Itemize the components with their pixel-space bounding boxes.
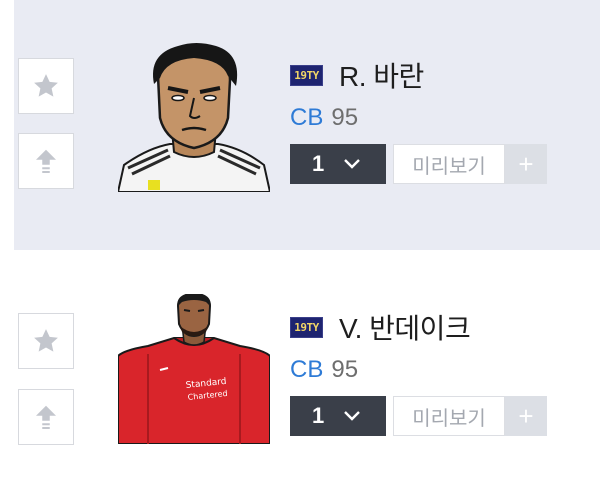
preview-button[interactable]: 미리보기: [393, 396, 505, 436]
upgrade-arrow-icon: [36, 405, 56, 429]
card-controls: 1 미리보기 +: [290, 396, 547, 436]
ovr-value: 95: [331, 104, 359, 131]
position-line: CB 95: [290, 104, 547, 132]
player-portrait: [118, 40, 270, 192]
ovr-value: 95: [331, 356, 359, 383]
player-name-line: 19TY V. 반데이크: [290, 312, 547, 344]
star-icon: [34, 329, 58, 352]
chevron-down-icon: [344, 159, 361, 169]
add-button[interactable]: +: [505, 396, 547, 436]
position-label: CB: [290, 104, 324, 131]
card-controls: 1 미리보기 +: [290, 144, 547, 184]
player-name[interactable]: V. 반데이크: [339, 307, 471, 347]
season-badge: 19TY: [290, 316, 323, 338]
player-name[interactable]: R. 바란: [339, 55, 424, 95]
chevron-down-icon: [344, 411, 361, 421]
position-line: CB 95: [290, 356, 547, 384]
preview-button[interactable]: 미리보기: [393, 144, 505, 184]
position-label: CB: [290, 356, 324, 383]
player-name-line: 19TY R. 바란: [290, 60, 547, 92]
favorite-star-button[interactable]: [18, 313, 74, 369]
season-badge: 19TY: [290, 64, 323, 86]
upgrade-button[interactable]: [18, 133, 74, 189]
add-button[interactable]: +: [505, 144, 547, 184]
favorite-star-button[interactable]: [18, 58, 74, 114]
level-value: 1: [312, 403, 325, 428]
player-portrait: Standard Chartered: [118, 294, 270, 444]
upgrade-arrow-icon: [36, 149, 56, 173]
level-select[interactable]: 1: [290, 396, 386, 436]
star-icon: [34, 74, 58, 97]
player-info: 19TY R. 바란 CB 95 1 미리보기 +: [290, 60, 547, 184]
player-info: 19TY V. 반데이크 CB 95 1 미리보기 +: [290, 312, 547, 436]
level-select[interactable]: 1: [290, 144, 386, 184]
upgrade-button[interactable]: [18, 389, 74, 445]
level-value: 1: [312, 151, 325, 176]
